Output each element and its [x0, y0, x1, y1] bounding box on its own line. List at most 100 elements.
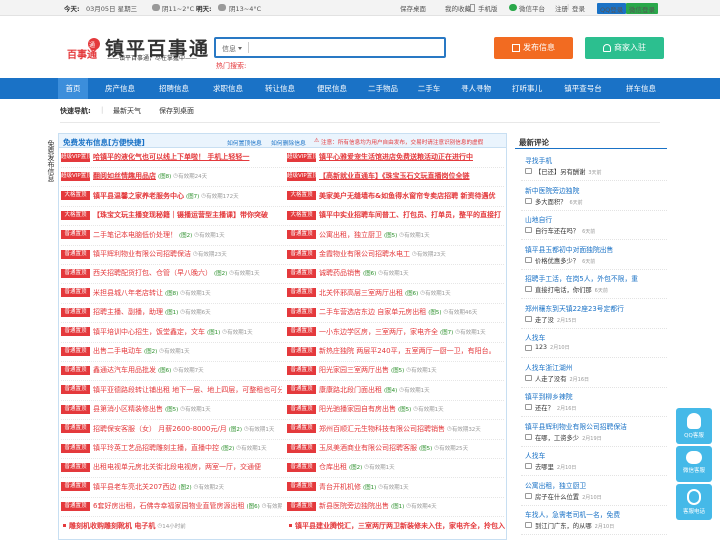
- listing-title[interactable]: 诚聘药品销售: [319, 269, 361, 277]
- listing-title[interactable]: 哈镇平的液化气也可以线上下单啦！ 手机上轻轻一: [93, 153, 249, 161]
- list-item[interactable]: 大格置顶 【珠宝文玩主播变现秘籍｜镊播运营型主播课】带你突破: [61, 210, 282, 223]
- listing-title[interactable]: 【高新就业直通车】《珠宝玉石文玩直播岗位全链: [319, 172, 470, 180]
- nav-item-10[interactable]: 镇平查号台: [557, 78, 609, 99]
- list-item[interactable]: 普通置顶 诚聘药品销售 (图6) ◷有效期1天: [287, 268, 505, 281]
- list-item[interactable]: 大格置顶 镇平县温馨之家养老服务中心 (图7) ◷有效期172天: [61, 191, 282, 204]
- listing-title[interactable]: 西关招聘配货打包、仓管（早八晚六）: [93, 269, 212, 277]
- list-item[interactable]: 普通置顶 康康路北段门面出租 (图4) ◷有效期1天: [287, 385, 505, 398]
- listing-title[interactable]: 二手车营选店东边 自家单元房出租: [319, 308, 426, 316]
- list-item[interactable]: 普通置顶 青台开机机修 (图1) ◷有效期1天: [287, 482, 505, 495]
- how-to-delete-link[interactable]: 如何删除信息: [271, 138, 306, 147]
- list-item[interactable]: 普通置顶 一小东边学区房，三室两厅，家电齐全 (图7) ◷有效期1天: [287, 327, 505, 340]
- listing-title[interactable]: 美家美户无缝墙布&如鱼得水窗帘专卖店招聘 新资待遇优: [319, 192, 496, 200]
- listing-title[interactable]: 出租电视单元房北关街北段电视房，两室一厅，交通便: [93, 463, 261, 471]
- list-item[interactable]: 雕刻机收购雕刻靴机 电子机 ◷14小时前: [61, 521, 282, 534]
- nav-item-3[interactable]: 求职信息: [204, 78, 252, 99]
- listing-title[interactable]: 金霞物业有限公司招聘水电工: [319, 250, 410, 258]
- wechat-login-button[interactable]: 微信登录: [626, 3, 658, 14]
- listing-title[interactable]: 镇平玲英工艺品招聘雕刻主播，直播中控: [93, 444, 219, 452]
- nav-item-0[interactable]: 首页: [58, 78, 88, 99]
- listing-title[interactable]: 镇平培训中心招生，饭堂鑫定，文车: [93, 328, 205, 336]
- listing-title[interactable]: 镇平县老车亮北关207西边: [93, 483, 176, 491]
- nav-item-1[interactable]: 房产信息: [96, 78, 144, 99]
- nav-item-7[interactable]: 二手车: [411, 78, 447, 99]
- listing-title[interactable]: 仓库出租: [319, 463, 347, 471]
- listing-title[interactable]: 镇平中实业招聘车间普工、打包员、打单员，整平的直接打: [319, 211, 501, 219]
- list-item[interactable]: 普通置顶 郑州百顺汇元生物科技有限公司招聘销售 ◷有效期32天: [287, 424, 505, 437]
- wechat-service-button[interactable]: 微信客服: [676, 446, 712, 482]
- list-item[interactable]: 大格置顶 镇平中实业招聘车间普工、打包员、打单员，整平的直接打: [287, 210, 505, 223]
- merchant-join-button[interactable]: 商家入驻: [585, 37, 664, 59]
- nav-item-2[interactable]: 招聘信息: [150, 78, 198, 99]
- list-item[interactable]: 普通置顶 镇平亚德路段转让铺出租 地下一层、地上四层，可整租也可分: [61, 385, 282, 398]
- list-item[interactable]: 普通置顶 招聘主播、副播，助理 (图1) ◷有效期6天: [61, 307, 282, 320]
- list-item[interactable]: 普通置顶 阳光家园三室两厅出售 (图5) ◷有效期1天: [287, 365, 505, 378]
- mobile-link[interactable]: 手机版: [478, 3, 498, 13]
- list-item[interactable]: 大格置顶 美家美户无缝墙布&如鱼得水窗帘专卖店招聘 新资待遇优: [287, 191, 505, 204]
- list-item[interactable]: 普通置顶 金霞物业有限公司招聘水电工 ◷有效期23天: [287, 249, 505, 262]
- list-item[interactable]: 超级VIP置顶翻阅如丝情趣用品店 (图8) ◷有效期24天: [61, 171, 282, 184]
- list-item[interactable]: 镇平县建业腾悦汇，三室两厅两卫新装修未入住，家电齐全，拎包入: [287, 521, 505, 534]
- listing-title[interactable]: 公寓出租，独立厨卫: [319, 231, 382, 239]
- list-item[interactable]: 普通置顶 镇平辉利物业有限公司招聘保洁 ◷有效期23天: [61, 249, 282, 262]
- quick-nav-weather[interactable]: 最新天气: [113, 106, 141, 116]
- listing-title[interactable]: 米担县城八年老店转让: [93, 289, 163, 297]
- listing-title[interactable]: 阳光家园三室两厅出售: [319, 366, 389, 374]
- search-box[interactable]: 信息: [214, 37, 446, 58]
- comment-topic[interactable]: 人找车浙江湖州: [525, 362, 573, 372]
- listing-title[interactable]: 鑫通达汽车用品批发: [93, 366, 156, 374]
- comment-topic[interactable]: 郑州穰东到天镇22座23号定都行: [525, 303, 624, 313]
- nav-item-5[interactable]: 便民信息: [310, 78, 354, 99]
- list-item[interactable]: 普通置顶 镇平县老车亮北关207西边 (图2) ◷有效期2天: [61, 482, 282, 495]
- list-item[interactable]: 普通置顶 镇平玲英工艺品招聘雕刻主播，直播中控 (图2) ◷有效期1天: [61, 443, 282, 456]
- logo-icon[interactable]: 通 百事通: [65, 36, 105, 64]
- list-item[interactable]: 普通置顶 二手车营选店东边 自家单元房出租 (图5) ◷有效期46天: [287, 307, 505, 320]
- nav-item-8[interactable]: 寻人寻物: [454, 78, 498, 99]
- listing-title[interactable]: 一小东边学区房，三室两厅，家电齐全: [319, 328, 438, 336]
- list-item[interactable]: 超级VIP置顶哈镇平的液化气也可以线上下单啦！ 手机上轻轻一: [61, 152, 282, 165]
- comment-topic[interactable]: 人找车: [525, 332, 545, 342]
- phone-service-button[interactable]: 客服电话: [676, 484, 712, 520]
- listing-title[interactable]: 县第消小区精装修出售: [93, 405, 163, 413]
- listing-title[interactable]: 镇平亚德路段转让铺出租 地下一层、地上四层，可整租也可分: [93, 386, 282, 394]
- listing-title[interactable]: 镇平辉利物业有限公司招聘保洁: [93, 250, 191, 258]
- listing-title[interactable]: 雕刻机收购雕刻靴机 电子机: [69, 522, 155, 530]
- comment-topic[interactable]: 寻找手机: [525, 155, 552, 165]
- listing-title[interactable]: 镇平县温馨之家养老服务中心: [93, 192, 184, 200]
- comment-topic[interactable]: 车找人，急需老司机一名，免费: [525, 509, 620, 519]
- nav-item-6[interactable]: 二手物品: [361, 78, 405, 99]
- list-item[interactable]: 普通置顶 招聘保安客服（女） 月薪2600-8000元/月 (图2) ◷有效期1天: [61, 424, 282, 437]
- listing-title[interactable]: 6套好房出租，石佛寺幸福家园物业直管房源出租: [93, 502, 244, 510]
- qq-service-button[interactable]: QQ客服: [676, 408, 712, 444]
- comment-topic[interactable]: 镇平到柳乡辣院: [525, 391, 573, 401]
- comment-topic[interactable]: 新中医院旁边独院: [525, 185, 579, 195]
- listing-title[interactable]: 康康路北段门面出租: [319, 386, 382, 394]
- list-item[interactable]: 普通置顶 公寓出租，独立厨卫 (图5) ◷有效期1天: [287, 230, 505, 243]
- comment-topic[interactable]: 招聘手工活，在岗5人，外包不限，重: [525, 273, 638, 283]
- wechat-link[interactable]: 微信平台: [519, 3, 545, 13]
- listing-title[interactable]: 青台开机机修: [319, 483, 361, 491]
- how-to-pin-link[interactable]: 如何置顶信息: [227, 138, 262, 147]
- list-item[interactable]: 普通置顶 鑫通达汽车用品批发 (图6) ◷有效期7天: [61, 365, 282, 378]
- list-item[interactable]: 普通置顶 玉凤美酒商业有限公司招聘客服 (图5) ◷有效期25天: [287, 443, 505, 456]
- listing-title[interactable]: 镇平心雅爱宠生活馆进店免费送粮活动正在进行中: [319, 153, 473, 161]
- list-item[interactable]: 超级VIP置顶镇平心雅爱宠生活馆进店免费送粮活动正在进行中: [287, 152, 505, 165]
- list-item[interactable]: 普通置顶 出租电视单元房北关街北段电视房，两室一厅，交通便: [61, 462, 282, 475]
- nav-item-11[interactable]: 拼车信息: [617, 78, 665, 99]
- list-item[interactable]: 普通置顶 米担县城八年老店转让 (图8) ◷有效期1天: [61, 288, 282, 301]
- favorites-link[interactable]: 我的收藏: [445, 3, 471, 13]
- list-item[interactable]: 普通置顶 二手笔记本电脑低价处理！ (图2) ◷有效期1天: [61, 230, 282, 243]
- nav-item-9[interactable]: 打听事儿: [505, 78, 549, 99]
- list-item[interactable]: 普通置顶 西关招聘配货打包、仓管（早八晚六） (图2) ◷有效期1天: [61, 268, 282, 281]
- listing-title[interactable]: 新热庄独院 两层平240平，五室两厅一厨一卫，有阳台。: [319, 347, 496, 355]
- list-item[interactable]: 普通置顶 镇平培训中心招生，饭堂鑫定，文车 (图1) ◷有效期1天: [61, 327, 282, 340]
- listing-title[interactable]: 招聘保安客服（女） 月薪2600-8000元/月: [93, 425, 227, 433]
- list-item[interactable]: 普通置顶6套好房出租，石佛寺幸福家园物业直管房源出租(图6)◷有效期7天: [61, 501, 282, 514]
- nav-item-4[interactable]: 转让信息: [258, 78, 302, 99]
- save-desktop-link[interactable]: 保存桌面: [400, 3, 426, 13]
- list-item[interactable]: 普通置顶 新县医院旁边独院出售 (图1) ◷有效期4天: [287, 501, 505, 514]
- listing-title[interactable]: 招聘主播、副播，助理: [93, 308, 163, 316]
- quick-nav-save-desktop[interactable]: 保存到桌面: [159, 106, 194, 116]
- list-item[interactable]: 普通置顶 新热庄独院 两层平240平，五室两厅一厨一卫，有阳台。: [287, 346, 505, 359]
- comment-topic[interactable]: 人找车: [525, 450, 545, 460]
